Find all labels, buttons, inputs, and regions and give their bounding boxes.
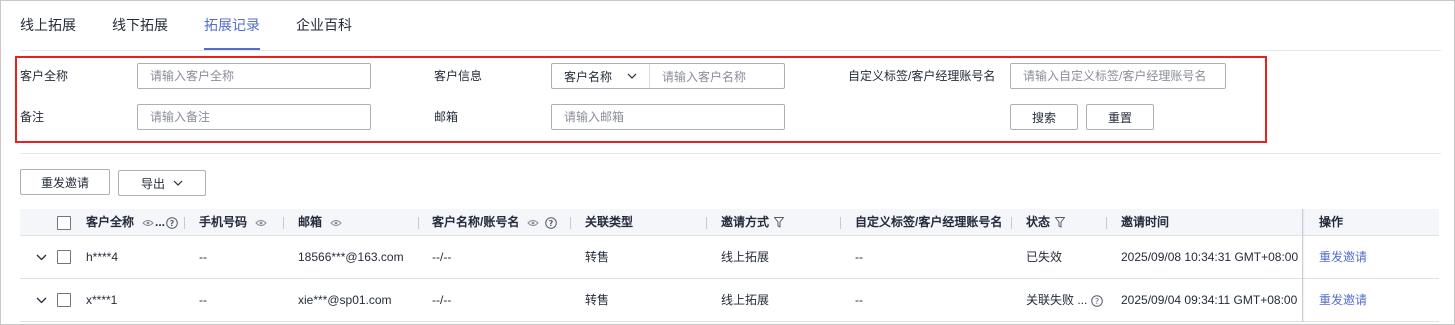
cell-email: 18566***@163.com	[298, 250, 404, 264]
customer-info-type-value: 客户名称	[564, 69, 613, 84]
eye-icon[interactable]	[527, 219, 540, 227]
tab-offline-expansion[interactable]: 线下拓展	[112, 0, 168, 50]
tab-enterprise-wiki[interactable]: 企业百科	[296, 0, 352, 50]
cell-email: xie***@sp01.com	[298, 293, 392, 307]
remark-input[interactable]: 请输入备注	[137, 104, 371, 130]
column-label-customer-full-name: 客户全称	[86, 215, 135, 229]
resend-invite-link[interactable]: 重发邀请	[1319, 236, 1367, 279]
filter-icon[interactable]	[1055, 217, 1066, 228]
column-separator	[184, 217, 185, 229]
cell-customer-full-name: h****4	[86, 250, 119, 264]
cell-custom-tag: --	[855, 250, 863, 264]
help-circle-icon[interactable]: ?	[1091, 294, 1104, 307]
table-row: x****1 -- xie***@sp01.com --/-- 转售 线上拓展 …	[20, 279, 1439, 322]
tab-expansion-records[interactable]: 拓展记录	[204, 0, 260, 50]
column-header-invite-time: 邀请时间	[1121, 209, 1169, 236]
column-label-phone: 手机号码	[199, 215, 248, 229]
reset-button[interactable]: 重置	[1086, 104, 1154, 130]
export-dropdown-button[interactable]: 导出	[118, 170, 206, 196]
tab-bar: 线上拓展 线下拓展 拓展记录 企业百科	[20, 0, 388, 50]
column-separator	[418, 217, 419, 229]
export-button-label: 导出	[140, 176, 165, 191]
column-label-operation: 操作	[1319, 215, 1344, 229]
section-divider	[20, 153, 1441, 154]
column-separator	[283, 217, 284, 229]
cell-status: 关联失败 ...	[1026, 293, 1088, 307]
column-label-invite-time: 邀请时间	[1121, 215, 1170, 229]
column-label-relation-type: 关联类型	[585, 215, 634, 229]
email-label: 邮箱	[434, 110, 459, 124]
eye-icon[interactable]	[255, 219, 267, 227]
column-label-ellipsis: ...	[155, 215, 166, 229]
operation-column-shadow	[1302, 209, 1305, 322]
chevron-down-icon[interactable]	[36, 254, 47, 261]
filter-icon[interactable]	[774, 217, 785, 228]
cell-phone: --	[199, 250, 207, 264]
remark-label: 备注	[20, 110, 45, 124]
column-separator	[840, 217, 841, 229]
column-header-relation-type: 关联类型	[585, 209, 633, 236]
tab-divider	[20, 50, 1441, 51]
search-button[interactable]: 搜索	[1010, 104, 1078, 130]
eye-icon[interactable]	[142, 219, 154, 227]
customer-info-field: 客户名称 请输入客户名称	[551, 63, 785, 89]
select-all-checkbox[interactable]	[57, 216, 71, 230]
column-label-email: 邮箱	[298, 215, 323, 229]
email-input[interactable]: 请输入邮箱	[551, 104, 785, 130]
tab-online-expansion[interactable]: 线上拓展	[20, 0, 76, 50]
column-separator	[706, 217, 707, 229]
cell-invite-method: 线上拓展	[721, 293, 770, 307]
column-header-account: 客户名称/账号名 ?	[432, 209, 558, 236]
cell-phone: --	[199, 293, 207, 307]
customer-full-name-label: 客户全称	[20, 69, 69, 83]
svg-text:?: ?	[1095, 297, 1099, 306]
column-separator	[1106, 217, 1107, 229]
row-checkbox[interactable]	[57, 250, 71, 264]
svg-text:?: ?	[549, 219, 554, 228]
table-header: 客户全称 ... ? 手机号码 邮箱 客户名称/账号名 ? 关联类型 邀请方式 …	[20, 209, 1439, 236]
cell-account: --/--	[432, 293, 452, 307]
help-circle-icon[interactable]: ?	[166, 216, 178, 229]
resend-invite-button[interactable]: 重发邀请	[20, 169, 110, 195]
table-row: h****4 -- 18566***@163.com --/-- 转售 线上拓展…	[20, 236, 1439, 279]
svg-text:?: ?	[170, 219, 175, 228]
customer-info-type-select[interactable]: 客户名称	[552, 64, 650, 88]
chevron-down-icon	[627, 73, 637, 79]
column-header-phone: 手机号码	[199, 209, 267, 236]
cell-invite-method: 线上拓展	[721, 250, 770, 264]
chevron-down-icon	[173, 180, 183, 186]
column-separator	[570, 217, 571, 229]
help-circle-icon[interactable]: ?	[545, 216, 558, 229]
customer-info-input[interactable]: 请输入客户名称	[650, 68, 758, 85]
eye-icon[interactable]	[330, 219, 342, 227]
cell-invite-time: 2025/09/04 09:34:11 GMT+08:00	[1121, 293, 1298, 307]
cell-custom-tag: --	[855, 293, 863, 307]
column-header-custom-tag: 自定义标签/客户经理账号名	[855, 209, 1002, 236]
cell-invite-time: 2025/09/08 10:34:31 GMT+08:00	[1121, 250, 1299, 264]
column-label-invite-method: 邀请方式	[721, 215, 770, 229]
column-label-account: 客户名称/账号名	[432, 215, 520, 229]
column-header-invite-method: 邀请方式	[721, 209, 785, 236]
resend-invite-link[interactable]: 重发邀请	[1319, 279, 1367, 322]
column-header-operation: 操作	[1319, 209, 1343, 236]
customer-info-label: 客户信息	[434, 69, 483, 83]
column-label-custom-tag: 自定义标签/客户经理账号名	[855, 215, 1003, 229]
cell-status-wrapper: 关联失败 ... ?	[1026, 279, 1104, 322]
custom-tag-input[interactable]: 请输入自定义标签/客户经理账号名	[1010, 63, 1226, 89]
column-header-email: 邮箱	[298, 209, 342, 236]
cell-relation-type: 转售	[585, 250, 610, 264]
row-checkbox[interactable]	[57, 293, 71, 307]
chevron-down-icon[interactable]	[36, 297, 47, 304]
customer-full-name-input[interactable]: 请输入客户全称	[137, 63, 371, 89]
cell-customer-full-name: x****1	[86, 293, 118, 307]
cell-status: 已失效	[1026, 250, 1063, 264]
column-label-status: 状态	[1026, 215, 1051, 229]
column-separator	[1011, 217, 1012, 229]
column-header-customer-full-name: 客户全称 ... ?	[86, 209, 178, 236]
cell-account: --/--	[432, 250, 452, 264]
cell-relation-type: 转售	[585, 293, 610, 307]
column-header-status: 状态	[1026, 209, 1066, 236]
custom-tag-label: 自定义标签/客户经理账号名	[848, 69, 996, 83]
